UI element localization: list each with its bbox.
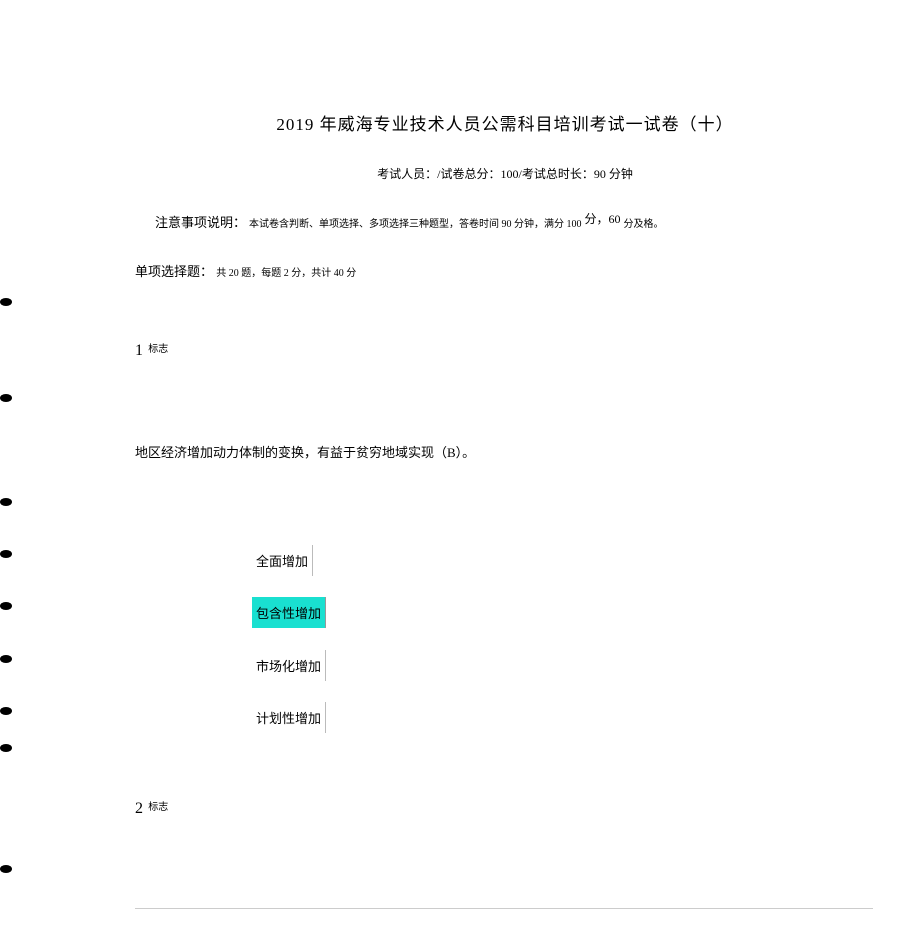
bullet-icon — [0, 550, 12, 558]
question-flag: 标志 — [148, 344, 168, 355]
question-1-header: 1 标志 — [135, 342, 875, 360]
question-2-header: 2 标志 — [135, 800, 875, 818]
option-c[interactable]: 市场化增加 — [252, 650, 326, 681]
option-d[interactable]: 计划性增加 — [252, 702, 326, 733]
question-number: 1 — [135, 342, 143, 359]
question-1-text: 地区经济增加动力体制的变换，有益于贫穷地域实现（B）。 — [135, 442, 875, 461]
bullet-icon — [0, 865, 12, 873]
exam-meta: 考试人员：/试卷总分：100/考试总时长：90 分钟 — [135, 165, 875, 182]
divider — [135, 908, 873, 909]
bullet-icon — [0, 498, 12, 506]
bullet-icon — [0, 298, 12, 306]
notice-score: 分，60 — [585, 212, 621, 226]
notice-body-a: 本试卷含判断、单项选择、多项选择三种题型，答卷时间 90 分钟，满分 100 — [249, 219, 582, 230]
option-a[interactable]: 全面增加 — [252, 545, 313, 576]
section-label: 单项选择题： 共 20 题，每题 2 分，共计 40 分 — [135, 261, 875, 280]
document-body: 2019 年威海专业技术人员公需科目培训考试一试卷（十） 考试人员：/试卷总分：… — [135, 0, 875, 300]
option-b[interactable]: 包含性增加 — [252, 597, 326, 628]
notice-line: 注意事项说明： 本试卷含判断、单项选择、多项选择三种题型，答卷时间 90 分钟，… — [155, 212, 875, 231]
bullet-icon — [0, 655, 12, 663]
question-text: 地区经济增加动力体制的变换，有益于贫穷地域实现（B）。 — [135, 442, 875, 461]
bullet-icon — [0, 602, 12, 610]
bullet-icon — [0, 394, 12, 402]
exam-title: 2019 年威海专业技术人员公需科目培训考试一试卷（十） — [135, 110, 875, 135]
question-flag: 标志 — [148, 802, 168, 813]
notice-label: 注意事项说明： — [155, 215, 246, 230]
section-title: 单项选择题： — [135, 264, 213, 279]
notice-body-b: 分及格。 — [624, 219, 664, 230]
bullet-icon — [0, 744, 12, 752]
section-detail: 共 20 题，每题 2 分，共计 40 分 — [216, 268, 356, 279]
bullet-icon — [0, 707, 12, 715]
question-number: 2 — [135, 800, 143, 817]
